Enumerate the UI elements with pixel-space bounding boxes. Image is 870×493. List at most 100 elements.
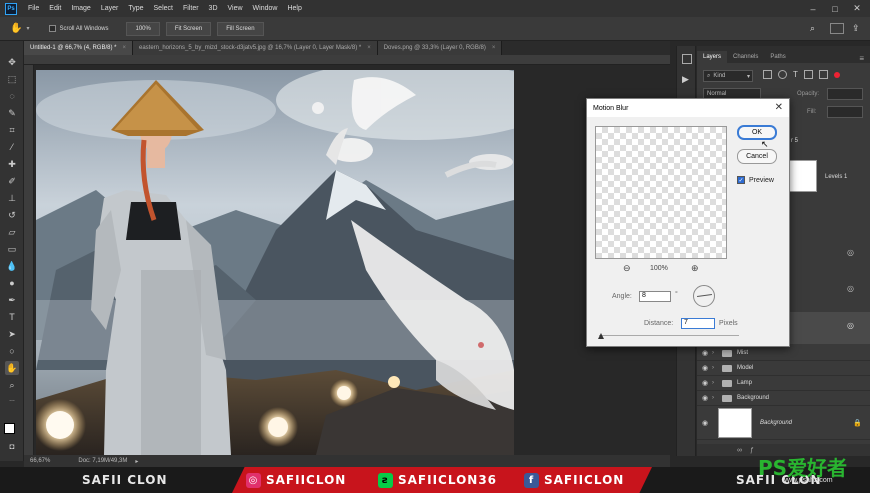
healing-brush-tool-icon[interactable]: ✚ — [5, 157, 19, 171]
zoom-tool-icon[interactable]: ⌕ — [5, 378, 19, 392]
chevron-right-icon[interactable]: › — [712, 395, 714, 401]
tab-layers[interactable]: Layers — [697, 51, 728, 63]
fill-screen-button[interactable]: Fill Screen — [217, 21, 264, 36]
angle-dial[interactable] — [693, 285, 715, 307]
type-filter-icon[interactable]: T — [793, 70, 798, 82]
distance-slider-thumb[interactable] — [598, 333, 604, 339]
close-icon[interactable]: × — [367, 45, 371, 51]
type-tool-icon[interactable]: T — [5, 310, 19, 324]
filter-toggle-icon[interactable] — [833, 72, 840, 78]
brush-tool-icon[interactable]: ✐ — [5, 174, 19, 188]
eraser-tool-icon[interactable]: ▱ — [5, 225, 19, 239]
shape-filter-icon[interactable] — [803, 70, 813, 79]
tab-eastern-horizons[interactable]: eastern_horizons_5_by_mizd_stock-d3jatv5… — [132, 41, 378, 55]
tab-paths[interactable]: Paths — [764, 51, 791, 63]
opacity-input[interactable] — [827, 88, 863, 100]
close-icon[interactable]: × — [122, 45, 126, 51]
smart-object-filter-icon[interactable] — [818, 70, 828, 79]
move-tool-icon[interactable]: ✥ — [5, 55, 19, 69]
layer-style-icon[interactable]: ◎ — [847, 321, 854, 330]
shape-tool-icon[interactable]: ○ — [5, 344, 19, 358]
close-window-icon[interactable]: ✕ — [846, 0, 868, 17]
kind-filter-select[interactable]: ⌕ Kind ▾ — [703, 70, 753, 82]
menu-help[interactable]: Help — [282, 5, 306, 12]
eye-icon[interactable]: ◉ — [702, 349, 712, 357]
layer-group-background[interactable]: ◉ › Background — [697, 391, 870, 406]
history-panel-icon[interactable] — [682, 54, 692, 64]
panel-menu-icon[interactable]: ≡ — [859, 54, 864, 63]
layer-background[interactable]: ◉ Background 🔒 — [697, 406, 870, 440]
minimize-icon[interactable]: – — [802, 0, 824, 17]
eyedropper-tool-icon[interactable]: ⁄ — [5, 140, 19, 154]
menu-filter[interactable]: Filter — [178, 5, 204, 12]
quick-mask-icon[interactable]: ◘ — [5, 439, 19, 453]
menu-type[interactable]: Type — [123, 5, 148, 12]
menu-file[interactable]: File — [23, 5, 44, 12]
distance-slider-track[interactable] — [599, 335, 739, 336]
tab-doves[interactable]: Doves.png @ 33,3% (Layer 0, RGB/8) × — [377, 41, 503, 55]
fill-input[interactable] — [827, 106, 863, 118]
marquee-tool-icon[interactable]: ⬚ — [5, 72, 19, 86]
menu-edit[interactable]: Edit — [44, 5, 66, 12]
status-zoom[interactable]: 66,67% — [30, 458, 50, 464]
gradient-tool-icon[interactable]: ▭ — [5, 242, 19, 256]
layer-group-model[interactable]: ◉ › Model — [697, 361, 870, 376]
chevron-right-icon[interactable]: › — [712, 350, 714, 356]
blur-tool-icon[interactable]: 💧 — [5, 259, 19, 273]
eye-icon[interactable]: ◉ — [702, 364, 712, 372]
share-icon[interactable]: ⇪ — [852, 23, 860, 34]
hand-tool-icon[interactable]: ✋ — [10, 23, 22, 34]
zoom-in-icon[interactable]: ⊕ — [691, 263, 699, 274]
eye-icon[interactable]: ◉ — [702, 379, 712, 387]
layer-group-lamp[interactable]: ◉ › Lamp — [697, 376, 870, 391]
actions-play-icon[interactable]: ▶ — [682, 74, 689, 85]
preview-checkbox[interactable]: ✓ Preview — [737, 176, 774, 184]
menu-window[interactable]: Window — [248, 5, 283, 12]
zoom-out-icon[interactable]: ⊖ — [623, 263, 631, 274]
history-brush-tool-icon[interactable]: ↺ — [5, 208, 19, 222]
fit-screen-button[interactable]: Fit Screen — [165, 21, 212, 36]
eye-icon[interactable]: ◉ — [702, 394, 712, 402]
adjustment-filter-icon[interactable] — [778, 70, 787, 79]
menu-layer[interactable]: Layer — [96, 5, 124, 12]
status-arrow-icon[interactable]: ▸ — [135, 458, 138, 465]
search-icon[interactable]: ⌕ — [810, 23, 815, 34]
path-select-tool-icon[interactable]: ➤ — [5, 327, 19, 341]
pixel-filter-icon[interactable] — [763, 70, 772, 79]
menu-3d[interactable]: 3D — [204, 5, 223, 12]
menu-image[interactable]: Image — [66, 5, 95, 12]
eye-icon[interactable]: ◉ — [702, 419, 712, 427]
hand-tool-icon[interactable]: ✋ — [5, 361, 19, 375]
dodge-tool-icon[interactable]: ● — [5, 276, 19, 290]
chevron-right-icon[interactable]: › — [712, 365, 714, 371]
workspace-icon[interactable] — [830, 23, 844, 34]
clone-stamp-tool-icon[interactable]: ⊥ — [5, 191, 19, 205]
tab-channels[interactable]: Channels — [727, 51, 764, 63]
distance-input[interactable]: 7 — [681, 318, 715, 329]
lasso-tool-icon[interactable]: ◌ — [5, 89, 19, 103]
foreground-color-swatch[interactable] — [4, 423, 15, 434]
close-icon[interactable]: ✕ — [775, 102, 783, 113]
more-tools-icon[interactable]: … — [5, 393, 19, 407]
layer-style-icon[interactable]: ◎ — [847, 248, 854, 257]
chevron-right-icon[interactable]: › — [712, 380, 714, 386]
link-layers-icon[interactable]: ∞ — [737, 447, 742, 454]
layer-mask-thumbnail[interactable] — [787, 160, 817, 192]
maximize-icon[interactable]: □ — [824, 0, 846, 17]
ok-button[interactable]: OK — [737, 125, 777, 140]
zoom-100-button[interactable]: 100% — [126, 21, 160, 36]
layer-group-mist[interactable]: ◉ › Mist — [697, 346, 870, 361]
tab-untitled-1[interactable]: Untitled-1 @ 66,7% (4, RGB/8) * × — [24, 41, 133, 55]
cancel-button[interactable]: Cancel — [737, 149, 777, 164]
scroll-all-windows-checkbox[interactable]: Scroll All Windows — [49, 25, 108, 32]
document-canvas[interactable] — [36, 70, 514, 455]
pen-tool-icon[interactable]: ✒ — [5, 293, 19, 307]
menu-view[interactable]: View — [223, 5, 248, 12]
angle-input[interactable]: 8 — [639, 291, 671, 302]
tool-preset-chevron-icon[interactable]: ▾ — [26, 25, 29, 32]
fx-icon[interactable]: ƒ — [750, 447, 754, 454]
filter-preview[interactable] — [595, 126, 727, 259]
quick-select-tool-icon[interactable]: ✎ — [5, 106, 19, 120]
close-icon[interactable]: × — [492, 45, 496, 51]
menu-select[interactable]: Select — [149, 5, 178, 12]
